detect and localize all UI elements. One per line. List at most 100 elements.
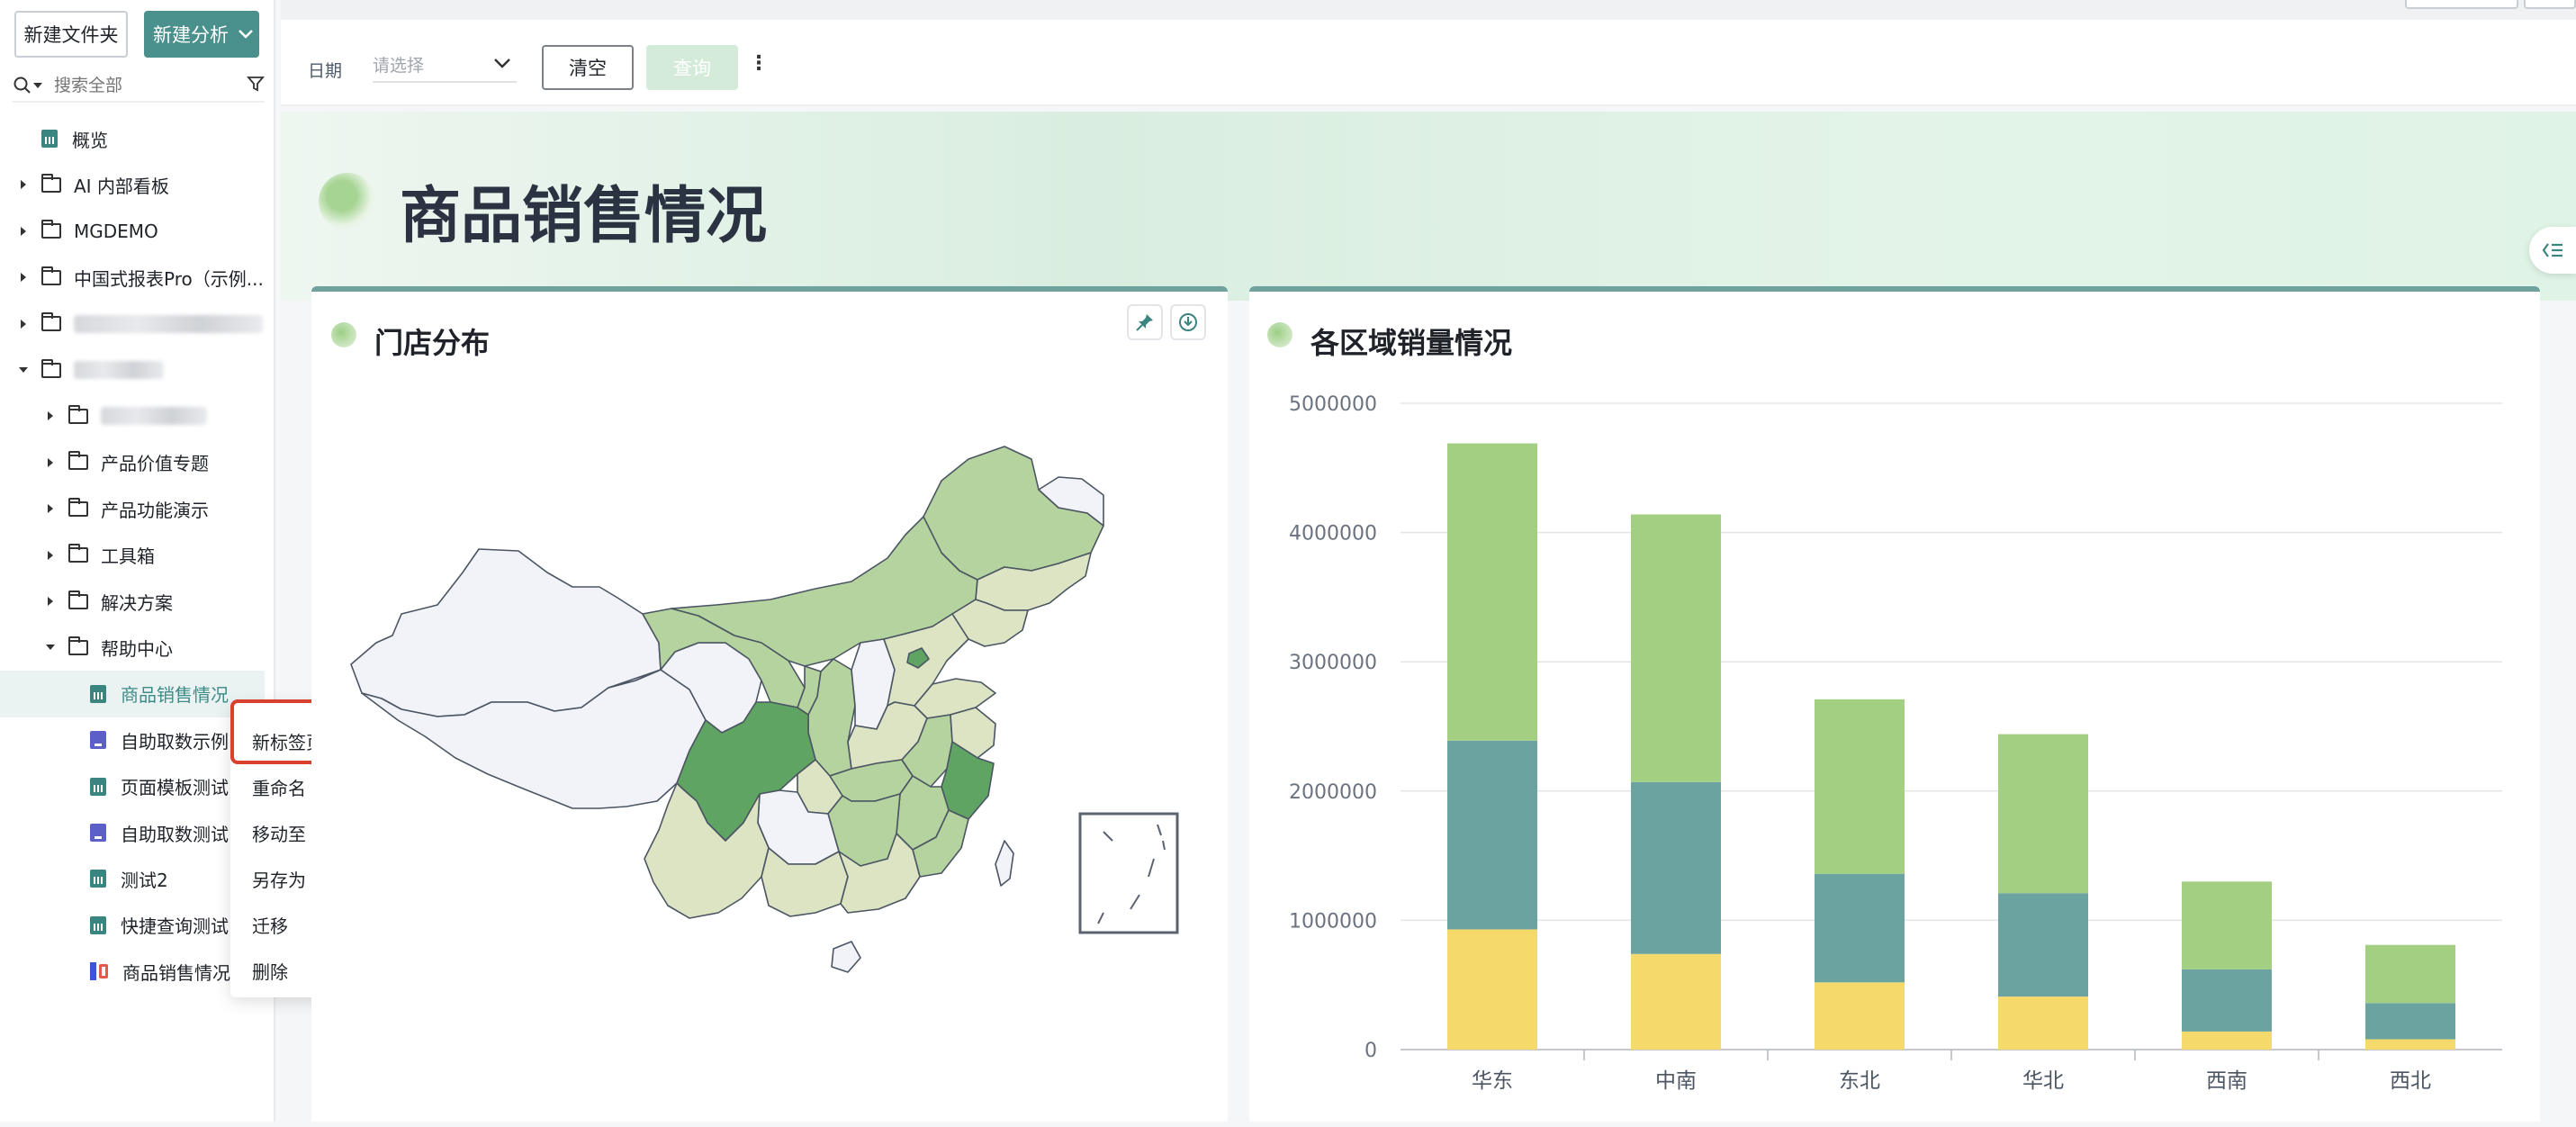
tree-item[interactable]: 商品销售情况 (0, 670, 265, 717)
tree-item[interactable]: AI 内部看板 (0, 161, 265, 208)
data-fetch-icon (90, 824, 106, 842)
tree-item[interactable]: 解决方案 (0, 578, 265, 625)
tree-item[interactable]: 产品功能演示 (0, 485, 265, 532)
tree-item-label: 商品销售情况- (122, 961, 238, 984)
map-region (941, 741, 995, 820)
bar-segment[interactable] (1815, 982, 1905, 1050)
caret-down-icon[interactable] (14, 365, 32, 374)
tree-item-label: AI 内部看板 (74, 175, 169, 197)
tree-item[interactable] (0, 347, 265, 393)
tree-item[interactable]: 自助取数示例 (0, 717, 265, 763)
tree-item[interactable]: 产品价值专题 (0, 439, 265, 486)
caret-down-icon[interactable] (41, 643, 59, 652)
top-button-2[interactable] (2524, 0, 2576, 9)
bar-segment[interactable] (2365, 1039, 2455, 1050)
x-tick-label: 东北 (1839, 1069, 1880, 1093)
tree-item-label: 自助取数示例 (121, 730, 229, 753)
tree-item-label (74, 314, 263, 333)
caret-right-icon[interactable] (14, 179, 32, 190)
folder-icon (41, 173, 61, 193)
tree-item[interactable]: 测试2 (0, 855, 265, 902)
query-button[interactable]: 查询 (646, 45, 738, 90)
date-label: 日期 (308, 61, 343, 81)
top-button[interactable] (2405, 0, 2518, 9)
tree-item[interactable]: MGDEMO (0, 208, 265, 255)
tree-item[interactable]: 帮助中心 (0, 624, 265, 671)
new-analysis-button[interactable]: 新建分析 (144, 11, 259, 58)
new-analysis-label: 新建分析 (153, 24, 229, 46)
folder-open-icon (68, 636, 88, 655)
bar-segment[interactable] (1815, 699, 1905, 874)
folder-icon (68, 590, 88, 609)
y-tick-label: 5000000 (1289, 393, 1377, 416)
report-icon (90, 870, 106, 888)
bar-segment[interactable] (1631, 781, 1721, 954)
filter-bar: 日期 请选择 清空 查询 ⋮ (281, 20, 2576, 106)
y-tick-label: 4000000 (1289, 523, 1377, 545)
page-title: 商品销售情况 (400, 181, 768, 252)
tree-item-label: 工具箱 (101, 545, 155, 568)
new-folder-button[interactable]: 新建文件夹 (14, 11, 128, 58)
tree-item-label: 商品销售情况 (121, 684, 229, 707)
map-card-title: 门店分布 (374, 326, 491, 360)
folder-icon (68, 404, 88, 424)
caret-right-icon[interactable] (41, 596, 59, 607)
caret-right-icon[interactable] (41, 410, 59, 421)
clear-button[interactable]: 清空 (542, 45, 634, 90)
tree-item[interactable] (0, 392, 265, 439)
caret-right-icon[interactable] (14, 226, 32, 237)
tree-item[interactable]: 工具箱 (0, 532, 265, 579)
x-tick-label: 中南 (1655, 1069, 1697, 1093)
bar-segment[interactable] (2182, 1031, 2272, 1050)
report-icon (90, 915, 106, 934)
bar-segment[interactable] (1998, 893, 2088, 997)
download-icon[interactable] (1170, 304, 1206, 340)
tree-item-label: 页面模板测试 (121, 777, 229, 799)
filter-icon[interactable] (247, 75, 265, 96)
china-map (350, 446, 1179, 973)
tree-item-label: 产品价值专题 (101, 453, 209, 475)
bar-segment[interactable] (1998, 996, 2088, 1050)
tree-item[interactable]: 中国式报表Pro（示例... (0, 254, 265, 301)
collapse-panel-icon[interactable] (2529, 227, 2576, 274)
tree-item[interactable]: 自助取数测试 (0, 809, 265, 856)
folder-icon (41, 266, 61, 285)
bar-segment[interactable] (1631, 953, 1721, 1050)
date-select[interactable]: 请选择 (373, 47, 517, 83)
chevron-down-icon (493, 56, 511, 73)
bar-segment[interactable] (1447, 443, 1537, 741)
pin-icon[interactable] (1127, 304, 1163, 340)
caret-right-icon[interactable] (41, 550, 59, 561)
tree-item[interactable]: 商品销售情况- (0, 948, 265, 995)
bar-segment[interactable] (1447, 929, 1537, 1050)
folder-icon (68, 497, 88, 517)
folder-icon (41, 312, 61, 332)
tree-item[interactable]: 概览 (0, 115, 265, 162)
caret-right-icon[interactable] (41, 503, 59, 514)
map-region (831, 941, 861, 973)
search-input[interactable] (52, 75, 218, 96)
bar-segment[interactable] (1998, 734, 2088, 894)
caret-right-icon[interactable] (14, 319, 32, 329)
banner: 商品销售情况 (281, 112, 2576, 301)
bar-segment[interactable] (2365, 1003, 2455, 1040)
report-icon (41, 130, 58, 148)
bar-segment[interactable] (1815, 873, 1905, 983)
y-tick-label: 3000000 (1289, 652, 1377, 674)
bar-segment[interactable] (2365, 944, 2455, 1004)
bar-segment[interactable] (1447, 740, 1537, 930)
tree-item-label: 中国式报表Pro（示例... (74, 267, 264, 290)
tree-item[interactable] (0, 301, 265, 347)
x-tick-label: 西南 (2206, 1069, 2247, 1093)
date-placeholder: 请选择 (373, 55, 425, 76)
more-icon[interactable]: ⋮ (749, 52, 769, 75)
bar-segment[interactable] (2182, 969, 2272, 1032)
tree-item[interactable]: 页面模板测试 (0, 763, 265, 810)
caret-right-icon[interactable] (41, 457, 59, 468)
bar-segment[interactable] (2182, 881, 2272, 969)
bar-segment[interactable] (1631, 514, 1721, 782)
caret-right-icon[interactable] (14, 272, 32, 283)
tree-item[interactable]: 快捷查询测试 (0, 902, 265, 949)
search-icon[interactable] (13, 76, 43, 95)
report-icon (90, 777, 106, 796)
